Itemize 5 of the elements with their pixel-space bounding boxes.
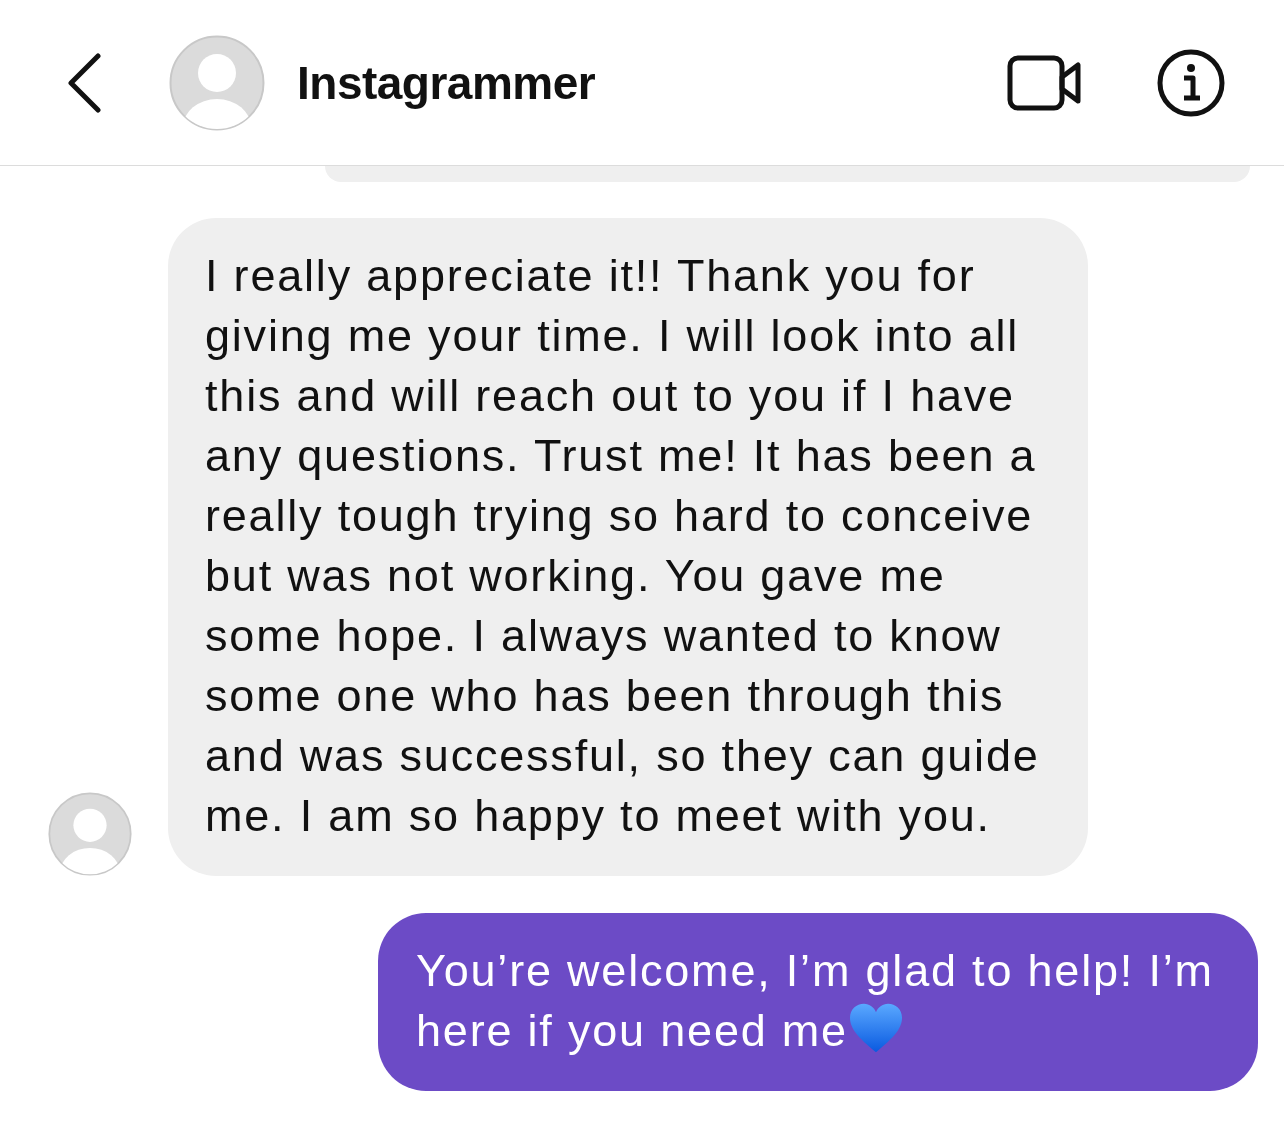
message-text: You’re welcome, I’m glad to help! I’m here if you need me	[416, 945, 1214, 1056]
message-text: I really appreciate it!! Thank you for giving me your time. I will look into all this and will reach out to you if I have any questions. Trust me! It has been a really tough trying so hard to conceive but was not working. You gave me some hope. I always wanted to know some one who has been through this and was successful, so they can guide me. I am so happy to meet with you.	[168, 218, 1088, 876]
contact-name[interactable]: Instagrammer	[297, 55, 1007, 110]
info-icon[interactable]	[1156, 47, 1226, 118]
back-icon[interactable]	[66, 52, 102, 113]
